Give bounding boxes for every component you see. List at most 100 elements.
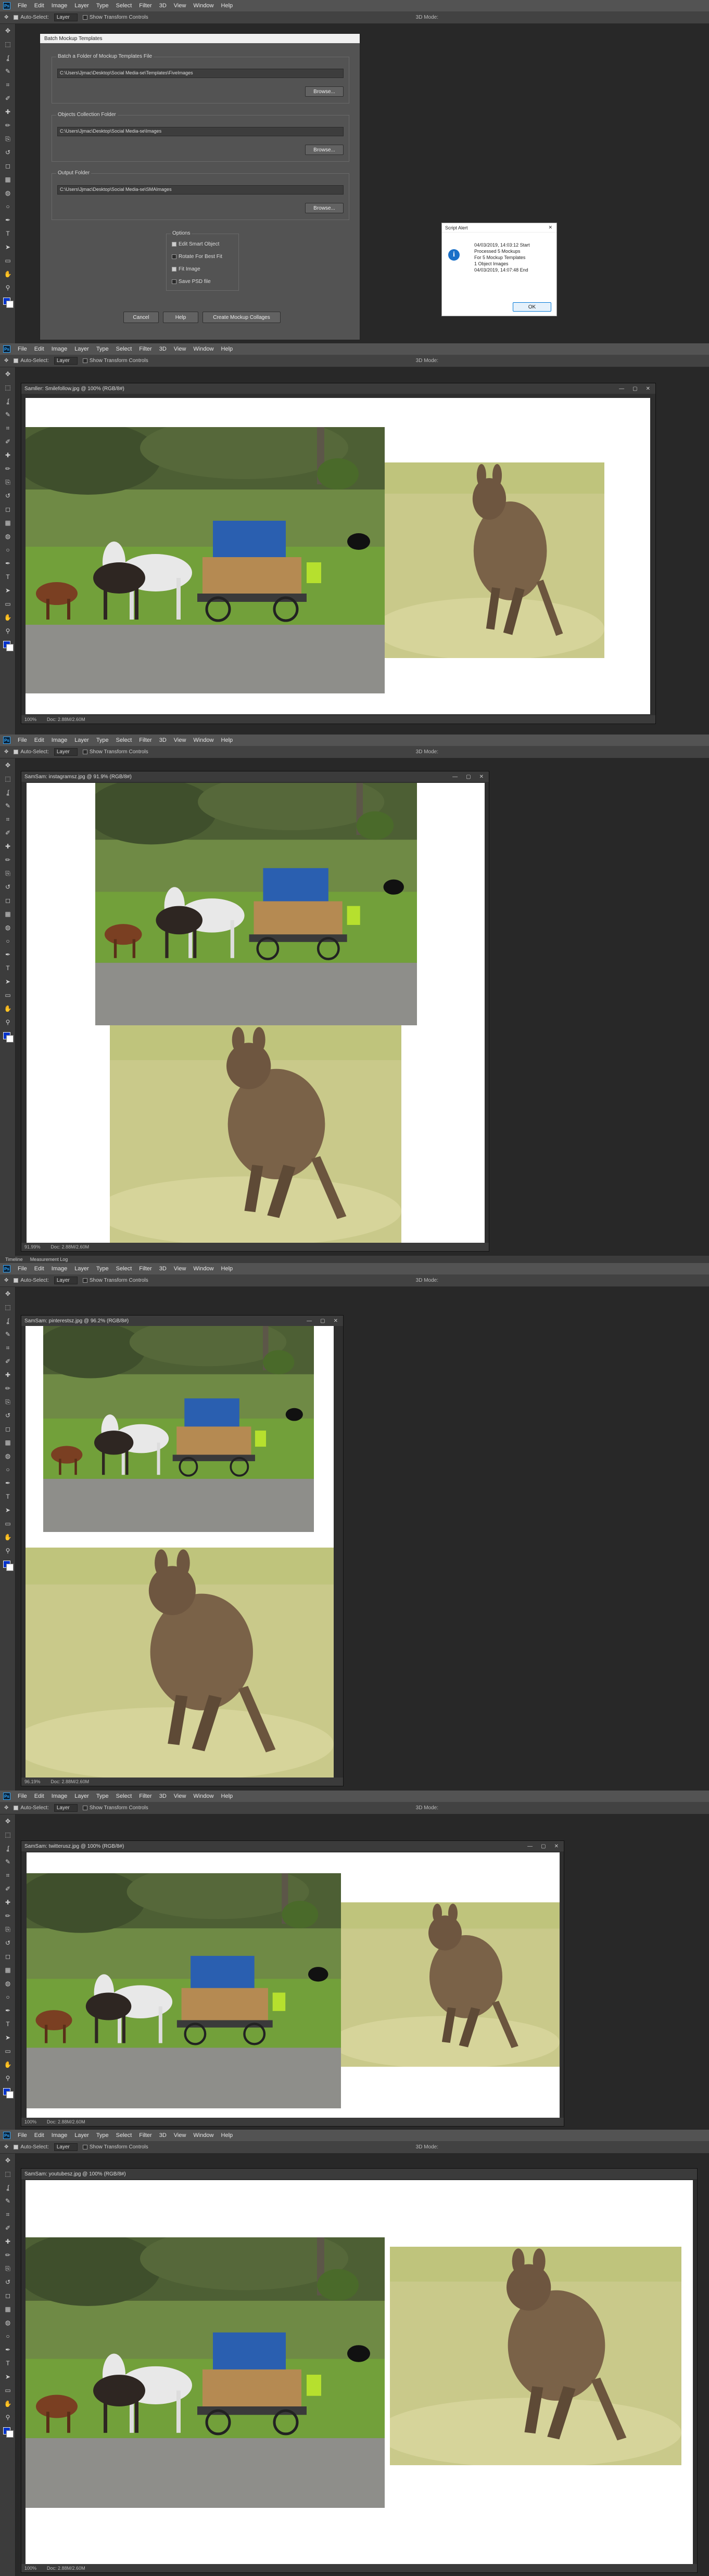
menu-3d[interactable]: 3D: [159, 737, 167, 743]
gradient-tool-icon[interactable]: ▦: [0, 1436, 16, 1449]
history-brush-tool-icon[interactable]: ↺: [0, 1409, 16, 1422]
menu-layer[interactable]: Layer: [74, 1266, 89, 1272]
zoom-tool-icon[interactable]: ⚲: [0, 1544, 16, 1557]
dodge-tool-icon[interactable]: ○: [0, 934, 16, 948]
auto-select-checkbox[interactable]: Auto-Select:: [14, 358, 49, 364]
path-select-tool-icon[interactable]: ➤: [0, 2370, 16, 2384]
crop-tool-icon[interactable]: ⌗: [0, 421, 16, 435]
eyedropper-tool-icon[interactable]: ✐: [0, 1882, 16, 1896]
clone-stamp-tool-icon[interactable]: ⎘: [0, 2262, 16, 2275]
move-options-icon[interactable]: ✥: [4, 749, 8, 755]
quick-select-tool-icon[interactable]: ✎: [0, 1328, 16, 1341]
pen-tool-icon[interactable]: ✒: [0, 557, 16, 570]
move-tool-icon[interactable]: ✥: [0, 1814, 16, 1828]
history-brush-tool-icon[interactable]: ↺: [0, 880, 16, 894]
close-icon[interactable]: ✕: [554, 1844, 559, 1849]
menu-image[interactable]: Image: [52, 3, 68, 9]
layer-select[interactable]: Layer: [54, 1804, 78, 1812]
eyedropper-tool-icon[interactable]: ✐: [0, 1355, 16, 1368]
crop-tool-icon[interactable]: ⌗: [0, 2208, 16, 2221]
brush-tool-icon[interactable]: ✏: [0, 1909, 16, 1923]
menu-view[interactable]: View: [174, 737, 186, 743]
menu-select[interactable]: Select: [116, 346, 132, 352]
document-canvas[interactable]: [26, 2180, 693, 2565]
move-tool-icon[interactable]: ✥: [0, 367, 16, 381]
background-color-swatch[interactable]: [6, 2430, 14, 2438]
output-path-field[interactable]: C:\Users\Jjmac\Desktop\Social Media-se\S…: [57, 185, 344, 195]
rectangle-tool-icon[interactable]: ▭: [0, 597, 16, 611]
maximize-icon[interactable]: ▢: [320, 1318, 325, 1324]
crop-tool-icon[interactable]: ⌗: [0, 813, 16, 826]
menu-type[interactable]: Type: [96, 2132, 109, 2139]
blur-tool-icon[interactable]: ◍: [0, 2316, 16, 2329]
quick-select-tool-icon[interactable]: ✎: [0, 1855, 16, 1869]
move-tool-icon[interactable]: ✥: [0, 1287, 16, 1300]
move-options-icon[interactable]: ✥: [4, 1805, 8, 1811]
auto-select-checkbox[interactable]: Auto-Select:: [14, 1805, 49, 1811]
brush-tool-icon[interactable]: ✏: [0, 853, 16, 867]
blur-tool-icon[interactable]: ◍: [0, 921, 16, 934]
auto-select-checkbox[interactable]: Auto-Select:: [14, 15, 49, 20]
menu-type[interactable]: Type: [96, 737, 109, 743]
help-button[interactable]: Help: [163, 312, 198, 323]
zoom-tool-icon[interactable]: ⚲: [0, 2071, 16, 2085]
dodge-tool-icon[interactable]: ○: [0, 1990, 16, 2004]
rectangle-tool-icon[interactable]: ▭: [0, 2384, 16, 2397]
rectangle-tool-icon[interactable]: ▭: [0, 254, 16, 267]
crop-tool-icon[interactable]: ⌗: [0, 78, 16, 92]
move-tool-icon[interactable]: ✥: [0, 758, 16, 772]
maximize-icon[interactable]: ▢: [466, 774, 471, 780]
dodge-tool-icon[interactable]: ○: [0, 543, 16, 557]
history-brush-tool-icon[interactable]: ↺: [0, 489, 16, 503]
clone-stamp-tool-icon[interactable]: ⎘: [0, 867, 16, 880]
transform-controls-checkbox[interactable]: Show Transform Controls: [82, 2144, 148, 2150]
output-browse-button[interactable]: Browse...: [305, 203, 344, 213]
brush-tool-icon[interactable]: ✏: [0, 119, 16, 132]
history-brush-tool-icon[interactable]: ↺: [0, 2275, 16, 2289]
menu-view[interactable]: View: [174, 3, 186, 9]
minimize-icon[interactable]: —: [307, 1318, 312, 1324]
zoom-tool-icon[interactable]: ⚲: [0, 624, 16, 638]
pen-tool-icon[interactable]: ✒: [0, 2343, 16, 2356]
eraser-tool-icon[interactable]: ◻: [0, 1950, 16, 1963]
menu-view[interactable]: View: [174, 346, 186, 352]
rotate-best-fit-checkbox[interactable]: Rotate For Best Fit: [172, 254, 222, 260]
path-select-tool-icon[interactable]: ➤: [0, 584, 16, 597]
zoom-tool-icon[interactable]: ⚲: [0, 2411, 16, 2424]
type-tool-icon[interactable]: T: [0, 961, 16, 975]
healing-brush-tool-icon[interactable]: ✚: [0, 1896, 16, 1909]
hand-tool-icon[interactable]: ✋: [0, 2397, 16, 2411]
background-color-swatch[interactable]: [6, 2091, 14, 2098]
menu-filter[interactable]: Filter: [139, 3, 151, 9]
measurement-log-tab[interactable]: Measurement Log: [30, 1257, 68, 1262]
transform-controls-checkbox[interactable]: Show Transform Controls: [82, 749, 148, 755]
pen-tool-icon[interactable]: ✒: [0, 1476, 16, 1490]
minimize-icon[interactable]: —: [619, 386, 624, 392]
menu-view[interactable]: View: [174, 1793, 186, 1799]
healing-brush-tool-icon[interactable]: ✚: [0, 1368, 16, 1382]
menu-layer[interactable]: Layer: [74, 2132, 89, 2139]
layer-select[interactable]: Layer: [54, 2143, 78, 2151]
menu-help[interactable]: Help: [221, 2132, 233, 2139]
menu-select[interactable]: Select: [116, 3, 132, 9]
type-tool-icon[interactable]: T: [0, 2356, 16, 2370]
transform-controls-checkbox[interactable]: Show Transform Controls: [82, 358, 148, 364]
menu-filter[interactable]: Filter: [139, 1793, 151, 1799]
ok-button[interactable]: OK: [513, 302, 551, 312]
menu-help[interactable]: Help: [221, 1793, 233, 1799]
marquee-tool-icon[interactable]: ⬚: [0, 1300, 16, 1314]
hand-tool-icon[interactable]: ✋: [0, 611, 16, 624]
minimize-icon[interactable]: —: [527, 1844, 533, 1849]
healing-brush-tool-icon[interactable]: ✚: [0, 2235, 16, 2248]
quick-select-tool-icon[interactable]: ✎: [0, 799, 16, 813]
marquee-tool-icon[interactable]: ⬚: [0, 2167, 16, 2181]
marquee-tool-icon[interactable]: ⬚: [0, 1828, 16, 1841]
maximize-icon[interactable]: ▢: [632, 386, 637, 392]
lasso-tool-icon[interactable]: ʆ: [0, 1841, 16, 1855]
pen-tool-icon[interactable]: ✒: [0, 2004, 16, 2017]
menu-file[interactable]: File: [18, 3, 27, 9]
clone-stamp-tool-icon[interactable]: ⎘: [0, 475, 16, 489]
brush-tool-icon[interactable]: ✏: [0, 2248, 16, 2262]
menu-filter[interactable]: Filter: [139, 737, 151, 743]
dodge-tool-icon[interactable]: ○: [0, 1463, 16, 1476]
